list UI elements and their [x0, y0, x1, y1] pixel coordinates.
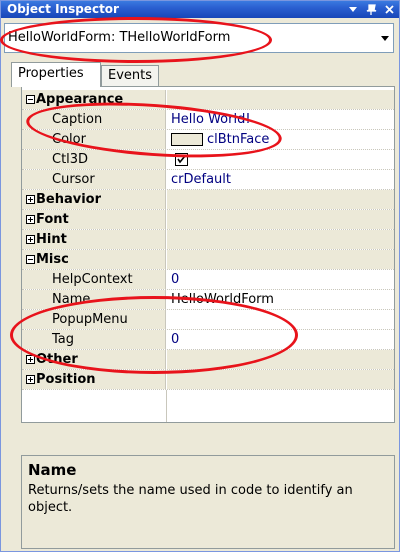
expand-icon[interactable] — [26, 355, 35, 364]
category-appearance[interactable]: Appearance — [22, 90, 394, 110]
collapse-icon[interactable] — [26, 255, 35, 264]
property-name: PopupMenu — [52, 312, 128, 327]
checkmark-icon — [177, 155, 186, 164]
tab-events[interactable]: Events — [101, 65, 159, 86]
property-value[interactable]: 0 — [171, 272, 179, 287]
tab-properties-label: Properties — [18, 66, 84, 81]
expand-icon[interactable] — [26, 195, 35, 204]
help-title: Name — [28, 461, 77, 479]
property-row-cursor[interactable]: Cursor crDefault — [22, 170, 394, 190]
property-name: Ctl3D — [52, 152, 89, 167]
object-selector[interactable]: HelloWorldForm: THelloWorldForm — [4, 23, 394, 53]
category-misc[interactable]: Misc — [22, 250, 394, 270]
property-name: Caption — [52, 112, 103, 127]
property-row-tag[interactable]: Tag 0 — [22, 330, 394, 350]
collapse-icon[interactable] — [26, 95, 35, 104]
help-panel: Name Returns/sets the name used in code … — [21, 455, 395, 549]
close-icon[interactable] — [383, 3, 395, 17]
property-row-caption[interactable]: Caption Hello World! — [22, 110, 394, 130]
pin-icon[interactable] — [365, 3, 377, 17]
property-row-ctl3d[interactable]: Ctl3D — [22, 150, 394, 170]
title-bar-icons — [347, 1, 395, 18]
property-name: Tag — [52, 332, 75, 347]
object-inspector-window: Object Inspector HelloWorldForm: THelloW… — [0, 0, 400, 552]
property-value[interactable]: Hello World! — [171, 112, 251, 127]
menu-arrow-icon[interactable] — [347, 3, 359, 17]
property-row-helpcontext[interactable]: HelpContext 0 — [22, 270, 394, 290]
category-position[interactable]: Position — [22, 370, 394, 390]
property-name: Cursor — [52, 172, 95, 187]
dropdown-arrow-icon[interactable] — [376, 24, 393, 52]
category-other[interactable]: Other — [22, 350, 394, 370]
property-name: Name — [52, 292, 91, 307]
property-grid: Appearance Caption Hello World! Color cl… — [21, 86, 395, 423]
category-label: Misc — [36, 252, 69, 267]
category-label: Behavior — [36, 192, 102, 207]
expand-icon[interactable] — [26, 215, 35, 224]
property-row-popupmenu[interactable]: PopupMenu — [22, 310, 394, 330]
tab-events-label: Events — [108, 68, 153, 83]
object-selector-value: HelloWorldForm: THelloWorldForm — [8, 30, 231, 45]
title-bar[interactable]: Object Inspector — [1, 1, 399, 18]
property-value[interactable]: 0 — [171, 332, 179, 347]
property-name: Color — [52, 132, 86, 147]
expand-icon[interactable] — [26, 235, 35, 244]
property-row-color[interactable]: Color clBtnFace — [22, 130, 394, 150]
property-value[interactable]: clBtnFace — [207, 132, 269, 147]
expand-icon[interactable] — [26, 375, 35, 384]
category-label: Hint — [36, 232, 67, 247]
category-label: Appearance — [36, 92, 124, 107]
property-value[interactable]: crDefault — [171, 172, 231, 187]
category-hint[interactable]: Hint — [22, 230, 394, 250]
tab-properties[interactable]: Properties — [11, 62, 101, 87]
category-label: Font — [36, 212, 69, 227]
color-swatch — [171, 133, 203, 146]
window-title: Object Inspector — [7, 2, 119, 16]
help-description: Returns/sets the name used in code to id… — [28, 483, 353, 515]
property-row-name[interactable]: Name HelloWorldForm — [22, 290, 394, 310]
category-label: Other — [36, 352, 78, 367]
property-name: HelpContext — [52, 272, 133, 287]
category-font[interactable]: Font — [22, 210, 394, 230]
property-value-editor[interactable]: HelloWorldForm — [171, 292, 274, 307]
column-divider — [166, 390, 167, 422]
category-behavior[interactable]: Behavior — [22, 190, 394, 210]
ctl3d-checkbox[interactable] — [175, 153, 188, 166]
category-label: Position — [36, 372, 96, 387]
